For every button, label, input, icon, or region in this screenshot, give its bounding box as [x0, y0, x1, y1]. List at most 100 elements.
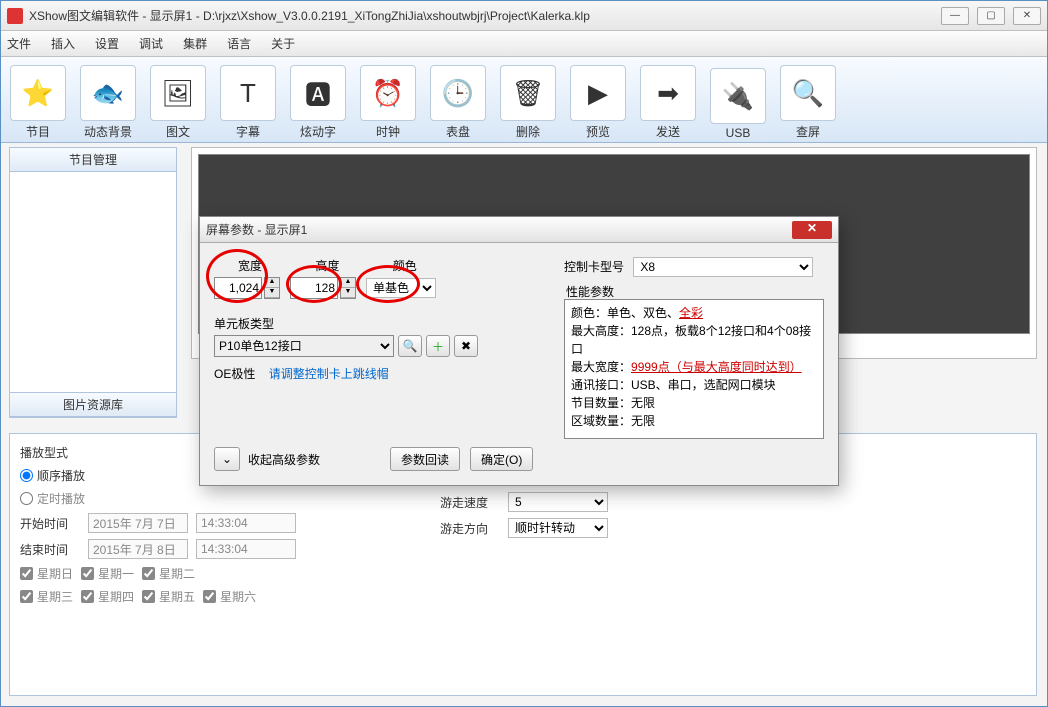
- tool-8[interactable]: ▶ 预览: [563, 65, 633, 142]
- tool-11[interactable]: 🔍 查屏: [773, 65, 843, 142]
- day-1[interactable]: 星期一: [81, 565, 134, 582]
- day-3[interactable]: 星期三: [20, 588, 73, 605]
- height-input[interactable]: [290, 277, 338, 299]
- tool-3[interactable]: T 字幕: [213, 65, 283, 142]
- tool-icon: 🗑: [500, 65, 556, 121]
- width-spinner[interactable]: ▲▼: [264, 277, 280, 299]
- color-select[interactable]: 单基色: [366, 278, 436, 298]
- ctrl-model-label: 控制卡型号: [564, 260, 624, 274]
- tool-icon: 🔍: [780, 65, 836, 121]
- day-0[interactable]: 星期日: [20, 565, 73, 582]
- walk-dir-label: 游走方向: [440, 520, 500, 537]
- maximize-button[interactable]: ▢: [977, 7, 1005, 25]
- ok-button[interactable]: 确定(O): [470, 447, 533, 471]
- collapse-toggle-button[interactable]: ⌄: [214, 447, 240, 471]
- tool-icon: ▶: [570, 65, 626, 121]
- menu-cluster[interactable]: 集群: [183, 35, 207, 52]
- walk-speed-select[interactable]: 5: [508, 492, 608, 512]
- tool-label: 表盘: [423, 123, 493, 140]
- width-label: 宽度: [238, 259, 262, 273]
- tool-5[interactable]: ⏰ 时钟: [353, 65, 423, 142]
- tool-label: 图文: [143, 123, 213, 140]
- timed-play-radio[interactable]: 定时播放: [20, 490, 85, 507]
- tool-icon: 🐟: [80, 65, 136, 121]
- tool-label: 查屏: [773, 123, 843, 140]
- tool-6[interactable]: 🕒 表盘: [423, 65, 493, 142]
- window-title: XShow图文编辑软件 - 显示屏1 - D:\rjxz\Xshow_V3.0.…: [29, 7, 941, 24]
- color-label: 颜色: [393, 259, 417, 273]
- perf-label: 性能参数: [566, 283, 614, 300]
- tool-icon: 🔌: [710, 68, 766, 124]
- dialog-titlebar[interactable]: 屏幕参数 - 显示屏1 ✕: [200, 217, 838, 243]
- add-icon[interactable]: ＋: [426, 335, 450, 357]
- width-input[interactable]: [214, 277, 262, 299]
- image-lib-title[interactable]: 图片资源库: [10, 392, 176, 417]
- day-6[interactable]: 星期六: [203, 588, 256, 605]
- menu-insert[interactable]: 插入: [51, 35, 75, 52]
- board-type-select[interactable]: P10单色12接口: [214, 335, 394, 357]
- tool-label: USB: [703, 126, 773, 140]
- walk-speed-label: 游走速度: [440, 494, 500, 511]
- height-label: 高度: [315, 259, 339, 273]
- tool-icon: 🖼: [150, 65, 206, 121]
- program-panel: 节目管理 图片资源库: [9, 147, 177, 418]
- tool-4[interactable]: 🅰 炫动字: [283, 65, 353, 142]
- perf-info-box[interactable]: 颜色：单色、双色、全彩 最大高度：128点，板载8个12接口和4个08接口 最大…: [564, 299, 824, 439]
- dialog-close-button[interactable]: ✕: [792, 221, 832, 239]
- menubar: 文件 插入 设置 调试 集群 语言 关于: [1, 31, 1047, 57]
- program-panel-body[interactable]: [10, 172, 176, 392]
- tool-icon: 🕒: [430, 65, 486, 121]
- minimize-button[interactable]: —: [941, 7, 969, 25]
- tool-7[interactable]: 🗑 删除: [493, 65, 563, 142]
- ctrl-model-select[interactable]: X8: [633, 257, 813, 277]
- tool-label: 时钟: [353, 123, 423, 140]
- board-type-label: 单元板类型: [214, 315, 274, 332]
- dialog-title: 屏幕参数 - 显示屏1: [206, 221, 792, 238]
- end-time-label: 结束时间: [20, 541, 80, 558]
- screen-params-dialog: 屏幕参数 - 显示屏1 ✕ 宽度 高度 颜色 ▲▼ ▲▼ 单基色 单元板类型: [199, 216, 839, 486]
- delete-icon[interactable]: ✖: [454, 335, 478, 357]
- day-2[interactable]: 星期二: [142, 565, 195, 582]
- end-time-input[interactable]: [196, 539, 296, 559]
- collapse-label: 收起高级参数: [248, 451, 320, 468]
- menu-language[interactable]: 语言: [227, 35, 251, 52]
- tool-label: 炫动字: [283, 123, 353, 140]
- tool-1[interactable]: 🐟 动态背景: [73, 65, 143, 142]
- walk-dir-select[interactable]: 顺时针转动: [508, 518, 608, 538]
- titlebar: XShow图文编辑软件 - 显示屏1 - D:\rjxz\Xshow_V3.0.…: [1, 1, 1047, 31]
- tool-icon: T: [220, 65, 276, 121]
- program-panel-title: 节目管理: [10, 148, 176, 172]
- reread-button[interactable]: 参数回读: [390, 447, 460, 471]
- toolbar: ⭐ 节目 🐟 动态背景 🖼 图文 T 字幕 🅰 炫动字 ⏰ 时钟 🕒 表盘 🗑 删除 ▶ 预览➡发送🔌 USB 🔍 查屏: [1, 57, 1047, 143]
- menu-settings[interactable]: 设置: [95, 35, 119, 52]
- menu-debug[interactable]: 调试: [139, 35, 163, 52]
- oe-hint-link[interactable]: 请调整控制卡上跳线帽: [269, 367, 389, 381]
- end-date-input[interactable]: [88, 539, 188, 559]
- seq-play-radio[interactable]: 顺序播放: [20, 467, 85, 484]
- tool-label: 删除: [493, 123, 563, 140]
- tool-icon: ➡: [640, 65, 696, 121]
- tool-label: 预览: [563, 123, 633, 140]
- menu-file[interactable]: 文件: [7, 35, 31, 52]
- oe-label: OE极性: [214, 367, 255, 381]
- search-icon[interactable]: 🔍: [398, 335, 422, 357]
- app-icon: [7, 8, 23, 24]
- tool-icon: ⏰: [360, 65, 416, 121]
- tool-2[interactable]: 🖼 图文: [143, 65, 213, 142]
- start-time-label: 开始时间: [20, 515, 80, 532]
- day-4[interactable]: 星期四: [81, 588, 134, 605]
- tool-10[interactable]: 🔌 USB: [703, 68, 773, 142]
- tool-9[interactable]: ➡发送: [633, 65, 703, 142]
- tool-label: 动态背景: [73, 123, 143, 140]
- close-button[interactable]: ✕: [1013, 7, 1041, 25]
- menu-about[interactable]: 关于: [271, 35, 295, 52]
- tool-label: 字幕: [213, 123, 283, 140]
- height-spinner[interactable]: ▲▼: [340, 277, 356, 299]
- start-date-input[interactable]: [88, 513, 188, 533]
- tool-0[interactable]: ⭐ 节目: [3, 65, 73, 142]
- day-5[interactable]: 星期五: [142, 588, 195, 605]
- tool-icon: ⭐: [10, 65, 66, 121]
- tool-label: 节目: [3, 123, 73, 140]
- start-time-input[interactable]: [196, 513, 296, 533]
- tool-icon: 🅰: [290, 65, 346, 121]
